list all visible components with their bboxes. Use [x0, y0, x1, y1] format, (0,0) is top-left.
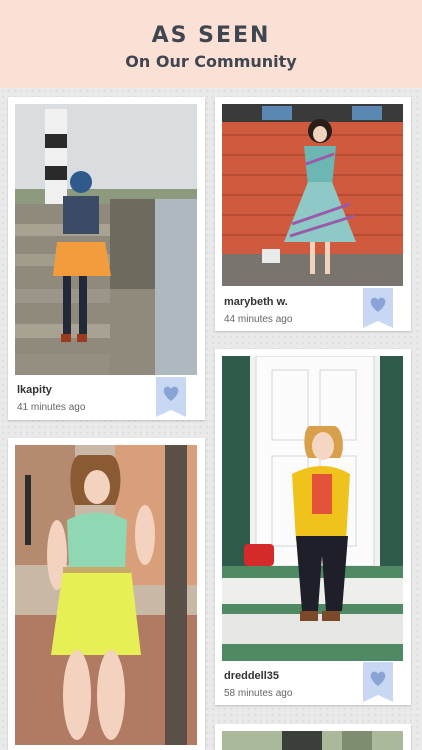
favorite-heart-icon[interactable] — [156, 377, 186, 417]
post-photo[interactable] — [15, 445, 197, 745]
post-photo[interactable] — [222, 104, 403, 286]
post-card[interactable]: lkapity 41 minutes ago — [8, 97, 205, 420]
post-card[interactable]: dreddell35 58 minutes ago — [215, 349, 411, 705]
post-photo[interactable] — [15, 104, 197, 375]
post-photo[interactable] — [222, 731, 403, 750]
post-card[interactable] — [215, 724, 411, 750]
post-timestamp: 58 minutes ago — [224, 688, 293, 699]
community-feed[interactable]: lkapity 41 minutes ago marybeth w. 44 mi… — [0, 88, 422, 750]
post-timestamp: 44 minutes ago — [224, 314, 293, 325]
favorite-heart-icon[interactable] — [363, 662, 393, 702]
page-title: AS SEEN — [151, 23, 271, 48]
page-subtitle: On Our Community — [125, 52, 297, 71]
post-photo[interactable] — [222, 356, 403, 661]
post-card[interactable]: marybeth w. 44 minutes ago — [215, 97, 411, 331]
favorite-heart-icon[interactable] — [363, 288, 393, 328]
post-username[interactable]: marybeth w. — [224, 296, 288, 308]
post-username[interactable]: dreddell35 — [224, 670, 279, 682]
post-timestamp: 41 minutes ago — [17, 402, 86, 413]
post-card[interactable] — [8, 438, 205, 750]
post-username[interactable]: lkapity — [17, 384, 52, 396]
page-header: AS SEEN On Our Community — [0, 0, 422, 88]
